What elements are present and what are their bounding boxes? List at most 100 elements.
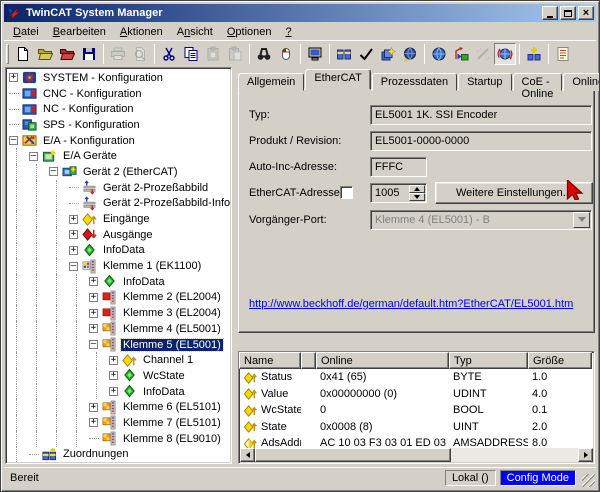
table-row[interactable]: Status0x41 (65)BYTE1.0: [239, 369, 594, 386]
collapse-minus-icon[interactable]: –: [89, 340, 98, 349]
tree-expand-box[interactable]: +: [107, 369, 120, 382]
table-row[interactable]: State0x0008 (8)UINT2.0: [239, 419, 594, 436]
tree-item-klemme-1-ek1100-[interactable]: –Klemme 1 (EK1100): [7, 258, 231, 274]
tree-expand-box[interactable]: +: [87, 322, 100, 335]
menu-ansicht[interactable]: Ansicht: [170, 24, 220, 40]
tree-expand-box[interactable]: –: [47, 165, 60, 178]
expand-plus-icon[interactable]: +: [109, 356, 118, 365]
tree-expand-box[interactable]: +: [7, 71, 20, 84]
tree-expand-box[interactable]: +: [67, 244, 80, 257]
tree-item-ausgänge[interactable]: +Ausgänge: [7, 227, 231, 243]
cut-button[interactable]: [158, 43, 180, 65]
typ-field[interactable]: EL5001 1K. SSI Encoder: [370, 105, 592, 125]
expand-plus-icon[interactable]: +: [89, 418, 98, 427]
scrollbar-thumb[interactable]: [255, 448, 451, 462]
column-header-online[interactable]: Online: [316, 352, 449, 369]
add-plc-button[interactable]: [523, 43, 545, 65]
expand-plus-icon[interactable]: +: [109, 371, 118, 380]
tree-expand-box[interactable]: +: [87, 291, 100, 304]
combo-dropdown-button[interactable]: [573, 212, 590, 228]
menu-aktionen[interactable]: Aktionen: [113, 24, 170, 40]
copy-button[interactable]: [180, 43, 202, 65]
tree-expand-box[interactable]: –: [27, 150, 40, 163]
expand-plus-icon[interactable]: +: [69, 215, 78, 224]
tree-expand-box[interactable]: –: [7, 134, 20, 147]
tree-item-infodata[interactable]: +InfoData: [7, 274, 231, 290]
expand-plus-icon[interactable]: +: [89, 403, 98, 412]
tree-expand-box[interactable]: +: [107, 354, 120, 367]
menu-bearbeiten[interactable]: Bearbeiten: [46, 24, 113, 40]
menu-datei[interactable]: Datei: [6, 24, 46, 40]
tab-ethercat[interactable]: EtherCAT: [305, 69, 370, 90]
tree-item-label[interactable]: Zuordnungen: [61, 448, 130, 460]
tree-item-sps-konfiguration[interactable]: SPS - Konfiguration: [7, 117, 231, 133]
cube-gear-button[interactable]: [377, 43, 399, 65]
tree-item-label[interactable]: Gerät 2-Prozeßabbild-Info: [101, 197, 232, 209]
tree-item-label[interactable]: Klemme 7 (EL5101): [121, 417, 223, 429]
tree-item-label[interactable]: CNC - Konfiguration: [41, 88, 143, 100]
target-system-button[interactable]: [304, 43, 326, 65]
tree-expand-box[interactable]: +: [87, 275, 100, 288]
tree-item-label[interactable]: InfoData: [141, 386, 187, 398]
tree-item-channel-1[interactable]: +Channel 1: [7, 352, 231, 368]
tree-item-gerät-2-ethercat-[interactable]: – Gerät 2 (EtherCAT): [7, 164, 231, 180]
tree-item-klemme-4-el5001-[interactable]: + Klemme 4 (EL5001): [7, 321, 231, 337]
tree-item-label[interactable]: Klemme 4 (EL5001): [121, 323, 223, 335]
tree-item-infodata[interactable]: + InfoData: [7, 243, 231, 259]
tree-expand-box[interactable]: +: [67, 213, 80, 226]
tree-item-label[interactable]: Gerät 2 (EtherCAT): [81, 166, 180, 178]
tree-item-klemme-8-el9010-[interactable]: Klemme 8 (EL9010): [7, 431, 231, 447]
maximize-button[interactable]: [560, 6, 576, 20]
find-button[interactable]: [253, 43, 275, 65]
tree-item-klemme-2-el2004-[interactable]: +Klemme 2 (EL2004): [7, 290, 231, 306]
tree-item-klemme-3-el2004-[interactable]: +Klemme 3 (EL2004): [7, 305, 231, 321]
tree-item-zuordnungen[interactable]: Zuordnungen: [7, 447, 231, 463]
tree-item-gerät-2-prozeßabbild-info[interactable]: Gerät 2-Prozeßabbild-Info: [7, 196, 231, 212]
tree-item-label[interactable]: InfoData: [101, 244, 147, 256]
tree-item-e-a-geräte[interactable]: –E/A Geräte: [7, 148, 231, 164]
tree-item-label[interactable]: Ausgänge: [101, 229, 155, 241]
menu-optionen[interactable]: Optionen: [220, 24, 279, 40]
tree-item-label[interactable]: E/A - Konfiguration: [41, 135, 137, 147]
open-folder-button[interactable]: [34, 43, 56, 65]
spin-down-button[interactable]: [409, 193, 425, 201]
column-header-blank[interactable]: [301, 352, 316, 369]
tab-prozessdaten[interactable]: Prozessdaten: [372, 73, 457, 91]
spin-up-button[interactable]: [409, 185, 425, 193]
tree-item-label[interactable]: Klemme 5 (EL5001): [121, 339, 223, 351]
tree-item-klemme-7-el5101-[interactable]: + Klemme 7 (EL5101): [7, 415, 231, 431]
scroll-right-button[interactable]: [578, 448, 593, 462]
expand-plus-icon[interactable]: +: [89, 309, 98, 318]
tree-expand-box[interactable]: +: [87, 401, 100, 414]
collapse-minus-icon[interactable]: –: [69, 262, 78, 271]
tree-item-nc-konfiguration[interactable]: NC - Konfiguration: [7, 101, 231, 117]
tree-expand-box[interactable]: +: [107, 385, 120, 398]
collapse-minus-icon[interactable]: –: [49, 167, 58, 176]
produkt-revision-field[interactable]: EL5001-0000-0000: [370, 131, 592, 151]
auto-inc-adresse-field[interactable]: FFFC: [370, 157, 427, 177]
expand-plus-icon[interactable]: +: [9, 73, 18, 82]
column-header-name[interactable]: Name: [239, 352, 301, 369]
tree-item-label[interactable]: SPS - Konfiguration: [41, 119, 142, 131]
toolbar-grip[interactable]: [6, 44, 9, 64]
tree-item-infodata[interactable]: + InfoData: [7, 384, 231, 400]
expand-plus-icon[interactable]: +: [89, 293, 98, 302]
tree-expand-box[interactable]: –: [87, 338, 100, 351]
tree-expand-box[interactable]: +: [87, 307, 100, 320]
tab-startup[interactable]: Startup: [458, 73, 511, 91]
horizontal-scrollbar[interactable]: [240, 448, 593, 462]
collapse-minus-icon[interactable]: –: [29, 152, 38, 161]
tree-item-label[interactable]: Klemme 6 (EL5101): [121, 401, 223, 413]
expand-plus-icon[interactable]: +: [69, 246, 78, 255]
beckhoff-link[interactable]: http://www.beckhoff.de/german/default.ht…: [249, 298, 573, 310]
tree-item-label[interactable]: WcState: [141, 370, 187, 382]
tree-expand-box[interactable]: –: [67, 260, 80, 273]
config-mode-button[interactable]: [494, 43, 516, 65]
tab-coe-online[interactable]: CoE - Online: [513, 73, 563, 91]
globe-boot-button[interactable]: [428, 43, 450, 65]
tree-item-label[interactable]: Eingänge: [101, 213, 152, 225]
expand-plus-icon[interactable]: +: [89, 277, 98, 286]
tree-item-wcstate[interactable]: + WcState: [7, 368, 231, 384]
column-header-gre[interactable]: Größe: [528, 352, 592, 369]
resize-grip[interactable]: [582, 474, 595, 487]
